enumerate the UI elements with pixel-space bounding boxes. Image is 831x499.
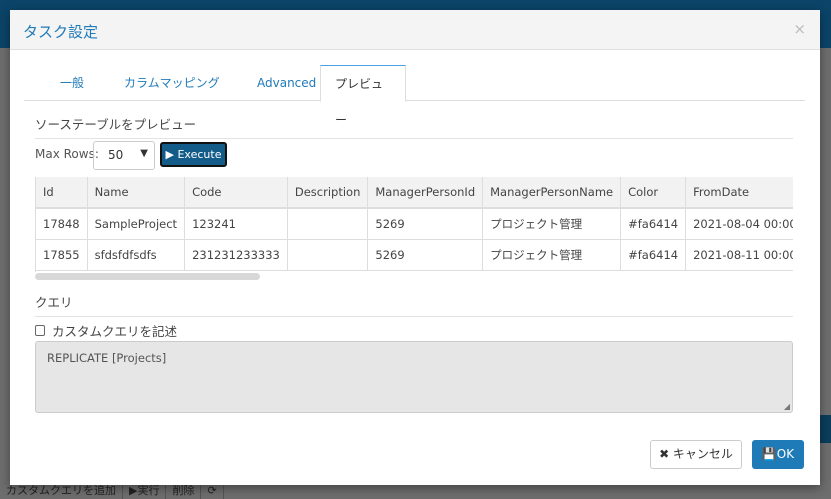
table-row: 17855 sfdsfdfsdfs 231231233333 5269 プロジェクト管理… bbox=[36, 239, 793, 271]
table-cell bbox=[287, 239, 369, 271]
table-cell: 5269 bbox=[367, 239, 484, 271]
table-cell: 17855 bbox=[36, 239, 88, 271]
ok-button[interactable]: 💾OK bbox=[752, 440, 804, 469]
table-cell: 17848 bbox=[36, 208, 88, 240]
max-rows-value: 50 bbox=[108, 148, 124, 162]
tab-bar: 一般 カラムマッピング Advanced プレビュー bbox=[24, 65, 805, 127]
column-header: Color bbox=[620, 177, 687, 209]
tab-column-mapping[interactable]: カラムマッピング bbox=[110, 65, 234, 101]
column-header: Id bbox=[36, 177, 88, 209]
preview-section-title: ソーステーブルをプレビュー bbox=[35, 114, 793, 139]
column-header: Code bbox=[184, 177, 288, 209]
query-textarea[interactable]: REPLICATE [Projects] ◢ bbox=[35, 341, 793, 413]
delete-button: 削除 bbox=[166, 483, 202, 499]
column-header: Description bbox=[287, 177, 369, 209]
background-button bbox=[820, 415, 831, 443]
column-header: FromDate bbox=[685, 177, 793, 209]
column-header: ManagerPersonId bbox=[367, 177, 484, 209]
query-section-title: クエリ bbox=[35, 292, 793, 317]
checkbox-box[interactable] bbox=[35, 325, 45, 336]
cancel-button[interactable]: ✖ キャンセル bbox=[650, 440, 742, 469]
preview-table: Id Name Code Description ManagerPersonId Mana… bbox=[35, 177, 793, 272]
add-custom-query-button: カスタムクエリを追加 bbox=[0, 483, 123, 499]
column-header: Name bbox=[87, 177, 186, 209]
table-cell: #fa6414 bbox=[620, 208, 687, 240]
tab-advanced[interactable]: Advanced bbox=[243, 65, 330, 101]
chevron-down-icon: ▼ bbox=[140, 148, 148, 159]
table-cell bbox=[287, 208, 369, 240]
custom-query-label: カスタムクエリを記述 bbox=[52, 324, 178, 339]
run-button: ▶実行 bbox=[123, 483, 167, 499]
table-cell: 5269 bbox=[367, 208, 484, 240]
table-row: 17848 SampleProject 123241 5269 プロジェクト管理 #fa6… bbox=[36, 208, 793, 240]
custom-query-checkbox[interactable]: カスタムクエリを記述 bbox=[35, 321, 177, 340]
background-toolbar: カスタムクエリを追加 ▶実行 削除 ⟳ bbox=[0, 483, 224, 499]
table-cell: 2021-08-11 00:00:00 bbox=[685, 239, 793, 271]
table-cell: SampleProject bbox=[87, 208, 186, 240]
table-cell: #fa6414 bbox=[620, 239, 687, 271]
column-header: ManagerPersonName bbox=[482, 177, 622, 209]
task-settings-modal: タスク設定 × 一般 カラムマッピング Advanced プレビュー ソーステー… bbox=[10, 10, 820, 485]
tab-general[interactable]: 一般 bbox=[46, 65, 98, 101]
table-cell: 123241 bbox=[184, 208, 288, 240]
close-icon[interactable]: × bbox=[793, 20, 806, 38]
max-rows-label: Max Rows: bbox=[35, 147, 99, 161]
query-text: REPLICATE [Projects] bbox=[47, 351, 167, 365]
max-rows-select[interactable]: 50 ▼ bbox=[93, 141, 155, 170]
table-cell: プロジェクト管理 bbox=[482, 239, 622, 271]
refresh-icon: ⟳ bbox=[201, 483, 224, 499]
execute-button[interactable]: ▶ Execute bbox=[160, 142, 227, 167]
resize-handle-icon[interactable]: ◢ bbox=[784, 402, 790, 411]
table-cell: 231231233333 bbox=[184, 239, 288, 271]
table-cell: 2021-08-04 00:00:00 bbox=[685, 208, 793, 240]
modal-title: タスク設定 bbox=[23, 23, 99, 41]
horizontal-scrollbar[interactable] bbox=[35, 273, 260, 280]
modal-header: タスク設定 × bbox=[10, 10, 820, 50]
table-cell: プロジェクト管理 bbox=[482, 208, 622, 240]
tab-preview[interactable]: プレビュー bbox=[320, 65, 406, 127]
table-cell: sfdsfdfsdfs bbox=[87, 239, 186, 271]
